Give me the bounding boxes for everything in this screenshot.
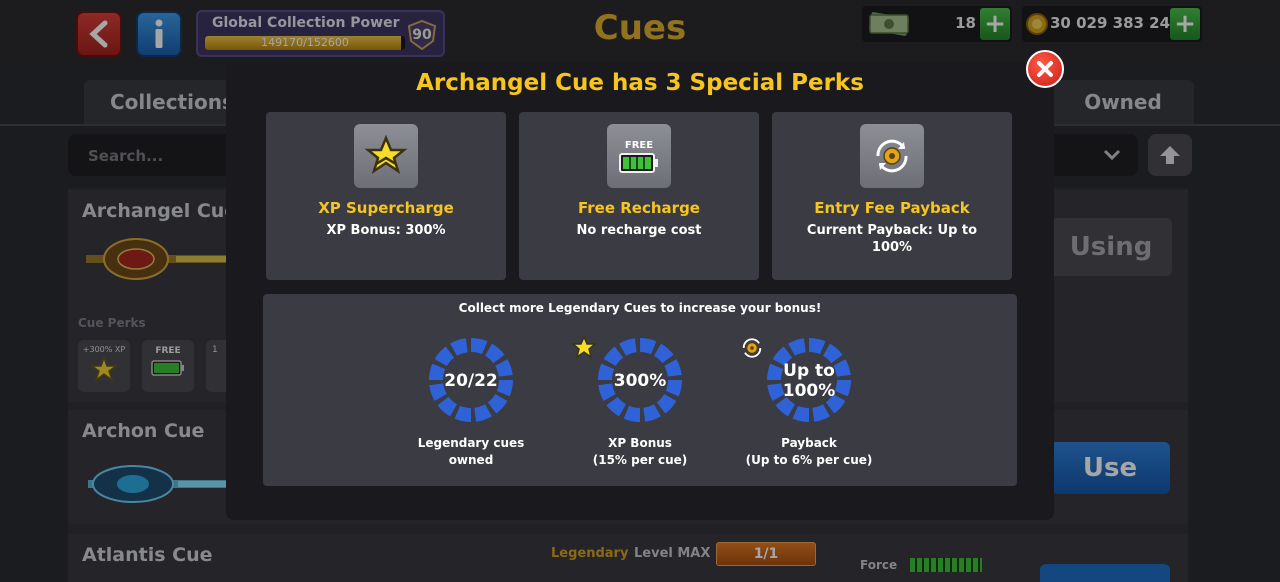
bonus-stats-panel: Collect more Legendary Cues to increase … (263, 294, 1017, 486)
payback-label: Payback (Up to 6% per cue) (729, 435, 889, 469)
perk-name: Entry Fee Payback (814, 199, 970, 217)
close-button[interactable] (1026, 50, 1064, 88)
modal-title: Archangel Cue has 3 Special Perks (416, 70, 864, 96)
stat-label-line: Payback (781, 436, 837, 450)
perk-xp-icon-tile (354, 124, 418, 188)
payback-value: Up to 100% (766, 361, 852, 401)
stat-label-line: Legendary cues (417, 436, 525, 450)
stat-label-line: XP Bonus (608, 436, 672, 450)
stat-label-line: owned (448, 453, 494, 467)
perk-payback-icon-tile (860, 124, 924, 188)
perk-free-icon-tile: FREE (607, 124, 671, 188)
stat-label-line: (15% per cue) (592, 453, 688, 467)
xp-bonus-value: 300% (613, 371, 667, 391)
legendary-count-value: 20/22 (444, 371, 498, 391)
gear-cycle-icon (876, 139, 908, 173)
perk-free-recharge: FREE Free Recharge No recharge cost (519, 112, 759, 280)
perk-desc: Current Payback: Up to 100% (806, 223, 978, 255)
close-icon (1037, 61, 1053, 77)
battery-free-text: FREE (624, 139, 654, 151)
legendary-count-label: Legendary cues owned (391, 435, 551, 469)
perk-desc: XP Bonus: 300% (326, 223, 446, 238)
stat-label-line: (Up to 6% per cue) (745, 453, 873, 467)
xp-bonus-label: XP Bonus (15% per cue) (560, 435, 720, 469)
payback-value-line: Up to (783, 361, 835, 381)
perk-xp-supercharge: XP Supercharge XP Bonus: 300% (266, 112, 506, 280)
stats-heading: Collect more Legendary Cues to increase … (458, 301, 822, 315)
perk-desc: No recharge cost (576, 223, 702, 238)
perks-modal: Archangel Cue has 3 Special Perks XP Sup… (226, 62, 1054, 520)
perk-name: XP Supercharge (318, 199, 454, 217)
perk-entry-fee-payback: Entry Fee Payback Current Payback: Up to… (772, 112, 1012, 280)
battery-icon (619, 152, 658, 173)
perk-name: Free Recharge (578, 199, 700, 217)
star-chevron-icon (364, 134, 408, 174)
star-chevron-icon (571, 335, 597, 359)
payback-value-line: 100% (782, 381, 836, 401)
gear-cycle-icon (742, 338, 762, 358)
